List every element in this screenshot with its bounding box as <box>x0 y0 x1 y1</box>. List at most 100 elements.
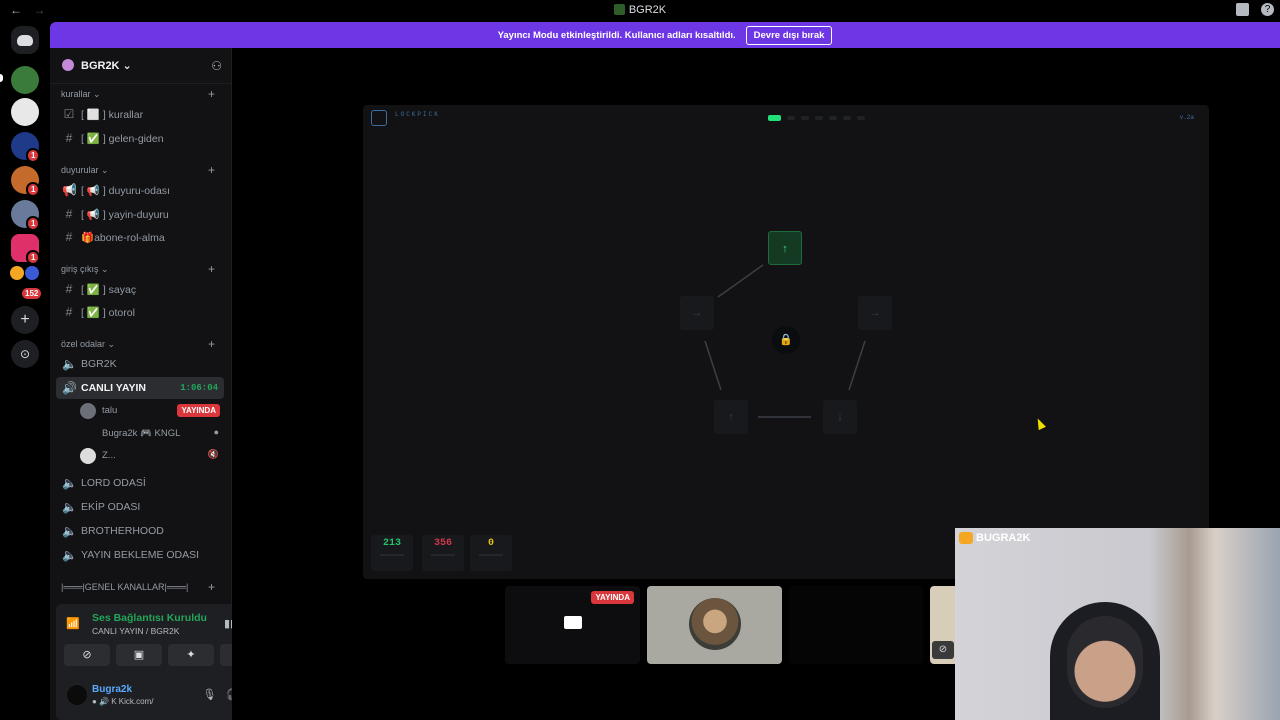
stream-view: LOCKPICK v.2a ↑ → → ↑ ↓ 🔒 213 356 0 YAYI… <box>232 48 1280 720</box>
stat-fail: 356 <box>422 535 464 571</box>
selected-pill <box>0 74 3 82</box>
streamer-mode-banner: Yayıncı Modu etkinleştirildi. Kullanıcı … <box>50 22 1280 48</box>
stat-value: 213 <box>382 538 401 549</box>
window-title: BGR2K <box>0 4 1280 16</box>
channel-kurallar[interactable]: ☑[ ⬜ ] kurallar <box>56 103 224 125</box>
server-icon <box>62 59 74 71</box>
channel-otorol[interactable]: #[ ✅ ] otorol <box>56 301 224 323</box>
server-folder-icon[interactable] <box>10 266 24 280</box>
speaker-icon: 🔈 <box>62 476 77 490</box>
speaker-icon: 🔈 <box>62 548 77 562</box>
activities-button[interactable]: ✦ <box>168 644 214 666</box>
participant-tile-empty[interactable] <box>789 586 923 664</box>
voice-channel-ekip-odasi[interactable]: 🔈 EKİP ODASI <box>56 496 224 518</box>
voice-user[interactable]: talu YAYINDA <box>80 401 222 421</box>
speaker-icon: 🔈 <box>62 357 77 371</box>
add-channel-icon[interactable]: + <box>208 163 215 177</box>
server-name[interactable]: BGR2K ⌄ <box>81 59 132 72</box>
avatar <box>80 403 96 419</box>
participant-tile-avatar[interactable] <box>647 586 782 664</box>
hashtag-icon: # <box>65 282 73 296</box>
avatar[interactable] <box>66 684 88 706</box>
invite-people-icon[interactable]: ⚇ <box>211 59 222 73</box>
banner-text: Yayıncı Modu etkinleştirildi. Kullanıcı … <box>497 29 736 41</box>
webcam-overlay: BUGRA2K <box>955 528 1280 720</box>
live-badge: YAYINDA <box>177 404 220 417</box>
voice-channel-yayin-bekleme[interactable]: 🔈 YAYIN BEKLEME ODASI <box>56 544 224 566</box>
channel-sayac[interactable]: #[ ✅ ] sayaç <box>56 278 224 300</box>
server-rail: 1 1 1 1 152 + ⊙ <box>0 22 50 720</box>
category-ozel-odalar[interactable]: özel odalar ⌄ + <box>61 337 215 351</box>
hashtag-icon: # <box>65 207 73 221</box>
channel-gelen-giden[interactable]: #[ ✅ ] gelen-giden <box>56 127 224 149</box>
lock-icon: 🔒 <box>772 326 800 354</box>
announcement-icon: 📢 <box>62 183 77 197</box>
discord-home-icon[interactable] <box>11 26 39 54</box>
rules-icon: ☑ <box>63 107 75 121</box>
camera-off-button[interactable]: ⊘ <box>64 644 110 666</box>
live-badge: YAYINDA <box>591 591 634 604</box>
signal-icon: 📶 <box>66 618 80 630</box>
help-icon[interactable]: ? <box>1261 3 1274 16</box>
avatar <box>80 448 96 464</box>
server-icon-2[interactable] <box>11 98 39 126</box>
kick-logo-icon <box>959 532 973 544</box>
category-giris-cikis[interactable]: giriş çıkış ⌄ + <box>61 262 215 276</box>
lock-node-bottom-right[interactable]: ↓ <box>823 400 857 434</box>
screen-share-button[interactable]: ▣ <box>116 644 162 666</box>
avatar <box>689 598 741 650</box>
category-kurallar[interactable]: kurallar ⌄ + <box>61 87 215 101</box>
category-genel-kanallar[interactable]: |═══|GENEL KANALLAR|═══| + <box>61 580 215 594</box>
webcam-label: BUGRA2K <box>959 532 1030 544</box>
screen-share-icon <box>564 616 582 629</box>
webcam-head <box>1067 616 1143 708</box>
add-channel-icon[interactable]: + <box>208 337 215 351</box>
add-channel-icon[interactable]: + <box>208 87 215 101</box>
explore-icon[interactable]: ⊙ <box>11 340 39 368</box>
hashtag-icon: # <box>65 131 73 145</box>
voice-status[interactable]: Ses Bağlantısı Kuruldu <box>92 612 207 624</box>
server-folder-icon[interactable] <box>25 266 39 280</box>
channel-yayin-duyuru[interactable]: #[ 📢 ] yayin-duyuru <box>56 203 224 225</box>
status-icon: ● <box>213 427 219 437</box>
voice-channel-bgr2k[interactable]: 🔈 BGR2K <box>56 353 224 375</box>
hashtag-icon: # <box>65 305 73 319</box>
lock-node-right[interactable]: → <box>858 296 892 330</box>
stat-streak: 0 <box>470 535 512 571</box>
title-bar: ← → BGR2K ? <box>0 0 1280 22</box>
server-header[interactable]: BGR2K ⌄ ⚇ <box>50 48 232 84</box>
stat-value: 0 <box>487 538 494 549</box>
hashtag-icon: # <box>65 230 73 244</box>
server-logo-icon <box>613 4 625 15</box>
lock-node-top[interactable]: ↑ <box>768 231 802 265</box>
voice-location[interactable]: CANLI YAYIN / BGR2K <box>92 626 179 636</box>
speaker-icon: 🔈 <box>62 500 77 514</box>
voice-channel-canli-yayin[interactable]: 🔊 CANLI YAYIN 1:06:04 <box>56 377 224 399</box>
voice-channel-brotherhood[interactable]: 🔈 BROTHERHOOD <box>56 520 224 542</box>
muted-deafened-icon: 🔇 <box>207 449 219 459</box>
add-channel-icon[interactable]: + <box>208 262 215 276</box>
server-bgr2k[interactable] <box>11 66 39 94</box>
disable-streamer-mode-button[interactable]: Devre dışı bırak <box>745 25 833 45</box>
channel-abone-rol-alma[interactable]: # 🎁abone-rol-alma <box>56 226 224 248</box>
lockpick-game[interactable]: LOCKPICK v.2a ↑ → → ↑ ↓ 🔒 213 356 0 <box>363 105 1209 579</box>
lock-node-left[interactable]: → <box>680 296 714 330</box>
voice-user[interactable]: Bugra2k 🎮 KNGL ● <box>80 424 222 444</box>
category-duyurular[interactable]: duyurular ⌄ + <box>61 163 215 177</box>
add-channel-icon[interactable]: + <box>208 580 215 594</box>
unread-badge: 1 <box>26 216 41 231</box>
participant-tile-screen[interactable]: YAYINDA <box>505 586 640 664</box>
lock-node-bottom-left[interactable]: ↑ <box>714 400 748 434</box>
add-server-button[interactable]: + <box>11 306 39 334</box>
voice-user[interactable]: Z... 🔇 <box>80 446 222 466</box>
voice-channel-lord-odasi[interactable]: 🔈 LORD ODASİ <box>56 472 224 494</box>
unread-badge: 1 <box>26 250 41 265</box>
speaker-icon: 🔊 <box>62 381 77 395</box>
channel-duyuru-odasi[interactable]: 📢[ 📢 ] duyuru-odası <box>56 179 224 201</box>
inbox-icon[interactable] <box>1236 3 1249 16</box>
channel-sidebar: BGR2K ⌄ ⚇ kurallar ⌄ + ☑[ ⬜ ] kurallar #[… <box>50 48 268 720</box>
microphone-icon[interactable]: 🎙 <box>202 688 216 701</box>
unread-badge: 152 <box>20 286 44 301</box>
username[interactable]: Bugra2k <box>92 684 132 695</box>
call-timer: 1:06:04 <box>180 383 218 393</box>
